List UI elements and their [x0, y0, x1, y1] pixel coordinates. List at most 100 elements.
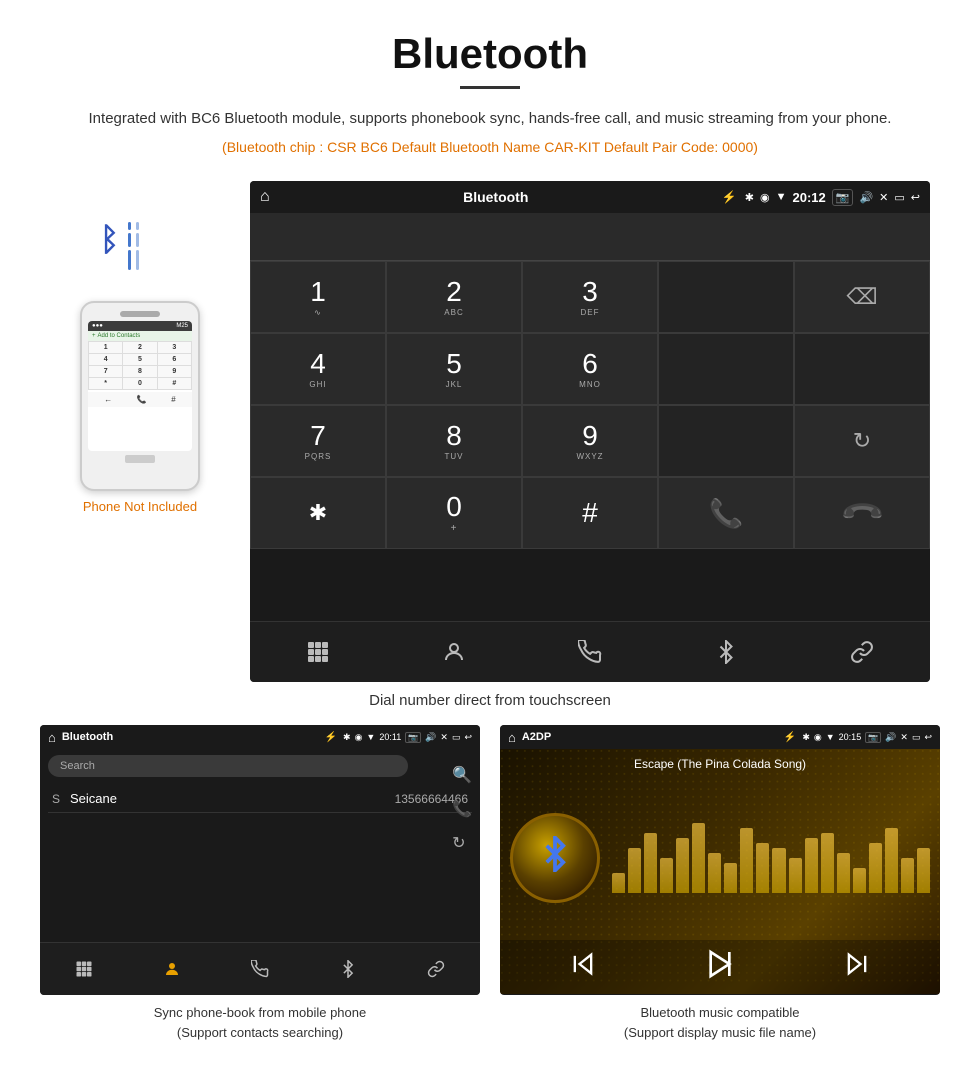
phonebook-toolbar	[40, 942, 480, 995]
phonebook-vol-icon[interactable]: 🔊	[425, 732, 436, 743]
eq-bar-2	[644, 833, 657, 893]
phonebook-back-icon[interactable]: ↩	[464, 732, 472, 743]
phonebook-cam-icon[interactable]: 📷	[405, 732, 421, 743]
music-vol-icon[interactable]: 🔊	[885, 732, 896, 743]
phone-key-2[interactable]: 2	[123, 342, 156, 353]
phone-back-btn[interactable]: ←	[104, 395, 112, 404]
key-backspace[interactable]: ⌫	[794, 261, 930, 333]
phone-key-star[interactable]: *	[89, 378, 122, 389]
wave-6	[136, 250, 139, 270]
eq-bar-6	[708, 853, 721, 893]
pb-contacts-btn[interactable]	[152, 949, 192, 989]
eq-bar-12	[805, 838, 818, 893]
phone-key-3[interactable]: 3	[158, 342, 191, 353]
phonebook-win-icon[interactable]: ▭	[452, 732, 461, 743]
phone-key-0[interactable]: 0	[123, 378, 156, 389]
phone-not-included-text: Phone Not Included	[83, 499, 197, 514]
phone-screen-header: ●●● M25	[88, 321, 192, 331]
key-call-end[interactable]: 📞	[794, 477, 930, 549]
refresh-side-icon[interactable]: ↻	[452, 833, 472, 853]
key-3[interactable]: 3 DEF	[522, 261, 658, 333]
phone-call-btn[interactable]: 📞	[137, 395, 147, 404]
close-icon[interactable]: ✕	[879, 191, 888, 204]
eq-bar-9	[756, 843, 769, 893]
prev-track-btn[interactable]	[569, 950, 597, 984]
phonebook-search[interactable]: Search	[48, 755, 408, 777]
key-5[interactable]: 5 JKL	[386, 333, 522, 405]
pb-link-btn[interactable]	[416, 949, 456, 989]
music-home-icon[interactable]: ⌂	[508, 730, 516, 745]
key-8[interactable]: 8 TUV	[386, 405, 522, 477]
music-statusbar-icons: ✱ ◉ ▼ 20:15 📷 🔊 ✕ ▭ ↩	[802, 732, 932, 743]
music-sig-icon: ▼	[826, 732, 835, 743]
phone-home-button[interactable]	[125, 455, 155, 463]
next-track-btn[interactable]	[843, 950, 871, 984]
toolbar-contacts-btn[interactable]	[434, 632, 474, 672]
phone-device: ●●● M25 + Add to Contacts 1 2 3 4 5 6 7 …	[80, 301, 200, 491]
key-7[interactable]: 7 PQRS	[250, 405, 386, 477]
phone-key-6[interactable]: 6	[158, 354, 191, 365]
key-call-accept[interactable]: 📞	[658, 477, 794, 549]
wave-3	[128, 250, 131, 270]
window-icon[interactable]: ▭	[894, 191, 904, 204]
toolbar-bluetooth-btn[interactable]	[706, 632, 746, 672]
toolbar-call-btn[interactable]	[570, 632, 610, 672]
key-4[interactable]: 4 GHI	[250, 333, 386, 405]
music-win-icon[interactable]: ▭	[912, 732, 921, 743]
phone-key-7[interactable]: 7	[89, 366, 122, 377]
music-close-icon[interactable]: ✕	[900, 732, 908, 743]
phone-key-8[interactable]: 8	[123, 366, 156, 377]
home-icon[interactable]: ⌂	[260, 188, 270, 206]
search-side-icon[interactable]: 🔍	[452, 765, 472, 785]
key-empty-1	[658, 261, 794, 333]
location-icon: ◉	[760, 191, 770, 204]
phone-key-hash[interactable]: #	[158, 378, 191, 389]
music-cam-icon[interactable]: 📷	[865, 732, 881, 743]
phone-hash-btn[interactable]: #	[171, 395, 175, 404]
phonebook-home-icon[interactable]: ⌂	[48, 730, 56, 745]
bluetooth-icon: ᛒ	[100, 221, 119, 258]
toolbar-dialpad-btn[interactable]	[298, 632, 338, 672]
key-1[interactable]: 1 ∿	[250, 261, 386, 333]
key-0[interactable]: 0 +	[386, 477, 522, 549]
phonebook-card: ⌂ Bluetooth ⚡ ✱ ◉ ▼ 20:11 📷 🔊 ✕ ▭ ↩ Sear…	[40, 725, 480, 1042]
key-6[interactable]: 6 MNO	[522, 333, 658, 405]
music-back-icon[interactable]: ↩	[924, 732, 932, 743]
play-pause-btn[interactable]	[704, 948, 736, 986]
key-refresh[interactable]: ↻	[794, 405, 930, 477]
phone-keypad: 1 2 3 4 5 6 7 8 9 * 0 #	[88, 341, 192, 390]
music-usb-icon: ⚡	[784, 732, 796, 743]
key-2[interactable]: 2 ABC	[386, 261, 522, 333]
pb-bluetooth-btn[interactable]	[328, 949, 368, 989]
phonebook-sig-icon: ▼	[366, 732, 375, 743]
phone-key-4[interactable]: 4	[89, 354, 122, 365]
volume-icon[interactable]: 🔊	[859, 191, 873, 204]
contact-row[interactable]: S Seicane 13566664466	[48, 785, 472, 813]
pb-dialpad-btn[interactable]	[64, 949, 104, 989]
eq-bar-17	[885, 828, 898, 893]
bluetooth-signal-graphic: ᛒ	[100, 221, 180, 291]
call-side-icon[interactable]: 📞	[452, 799, 472, 819]
car-dial-screen: ⌂ Bluetooth ⚡ ✱ ◉ ▼ 20:12 📷 🔊 ✕ ▭ ↩ 1 ∿	[250, 181, 930, 682]
phonebook-close-icon[interactable]: ✕	[440, 732, 448, 743]
phone-key-5[interactable]: 5	[123, 354, 156, 365]
key-star[interactable]: ✱	[250, 477, 386, 549]
key-9[interactable]: 9 WXYZ	[522, 405, 658, 477]
eq-bar-14	[837, 853, 850, 893]
signal-icon: ▼	[776, 191, 787, 203]
wave-5	[136, 233, 139, 247]
key-hash[interactable]: #	[522, 477, 658, 549]
toolbar-link-btn[interactable]	[842, 632, 882, 672]
eq-bar-15	[853, 868, 866, 893]
phone-key-1[interactable]: 1	[89, 342, 122, 353]
music-statusbar-title: A2DP	[522, 731, 778, 743]
eq-bar-5	[692, 823, 705, 893]
music-caption: Bluetooth music compatible(Support displ…	[624, 1003, 816, 1042]
main-area: ᛒ ●●● M25	[0, 181, 980, 682]
phone-key-9[interactable]: 9	[158, 366, 191, 377]
pb-call-btn[interactable]	[240, 949, 280, 989]
back-icon[interactable]: ↩	[911, 191, 920, 204]
key-empty-3	[794, 333, 930, 405]
eq-bar-8	[740, 828, 753, 893]
camera-icon[interactable]: 📷	[832, 189, 854, 206]
